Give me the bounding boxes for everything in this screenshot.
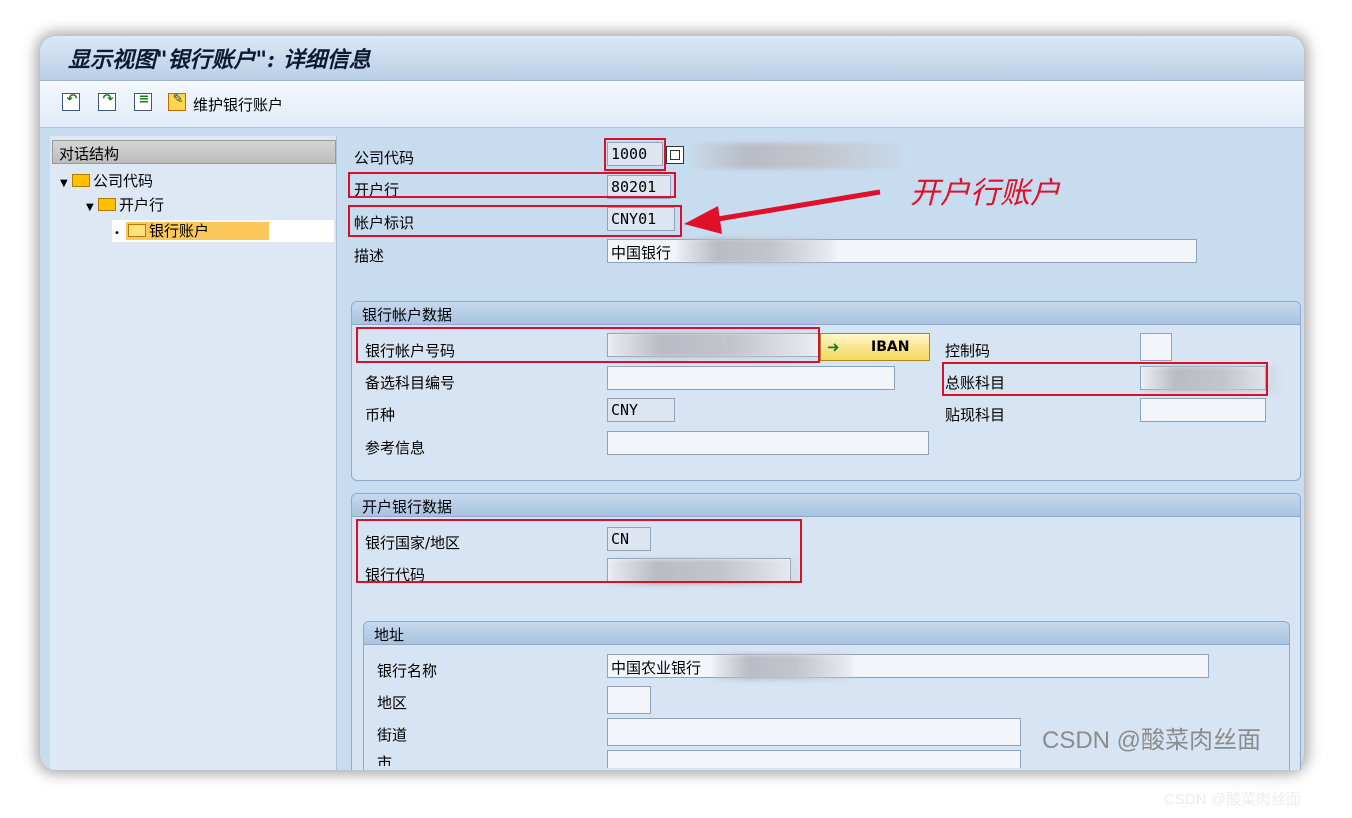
discount-account-label: 贴现科目 bbox=[945, 406, 1006, 424]
region-label: 地区 bbox=[377, 694, 408, 712]
watermark-faint: CSDN @酸菜肉丝面 bbox=[1164, 791, 1301, 808]
bank-name-field[interactable]: 中国农业银行 bbox=[607, 654, 1209, 678]
bank-name-label: 银行名称 bbox=[377, 662, 438, 680]
company-code-label: 公司代码 bbox=[354, 149, 415, 167]
window-title: 显示视图"银行账户": 详细信息 bbox=[68, 47, 371, 73]
tree-item-bank-account[interactable]: • 银行账户 bbox=[114, 220, 270, 242]
title-bar: 显示视图"银行账户": 详细信息 bbox=[40, 36, 1304, 81]
expand-arrow-icon[interactable]: ▼ bbox=[86, 202, 98, 213]
group-title: 银行帐户数据 bbox=[362, 306, 453, 324]
alt-account-field[interactable] bbox=[607, 366, 895, 390]
city-label: 市 bbox=[377, 754, 393, 766]
maintain-icon[interactable]: ✎ bbox=[168, 92, 186, 111]
region-field[interactable] bbox=[607, 686, 651, 714]
redacted-description bbox=[678, 238, 834, 264]
arrow-right-icon: ➜ bbox=[827, 338, 840, 356]
alt-account-label: 备选科目编号 bbox=[365, 374, 456, 392]
house-bank-data-header: 开户银行数据 bbox=[352, 494, 1300, 517]
bank-account-data-header: 银行帐户数据 bbox=[352, 302, 1300, 325]
tree-item-company-code[interactable]: ▼ 公司代码 bbox=[60, 170, 153, 192]
tree-item-label: 开户行 bbox=[119, 196, 165, 214]
city-field[interactable] bbox=[607, 750, 1021, 768]
toolbar: ↶ ↷ ≡ ✎ 维护银行账户 bbox=[40, 81, 1304, 128]
dialog-structure-panel: 对话结构 ▼ 公司代码 ▼ 开户行 • 银行账户 bbox=[50, 136, 337, 770]
reference-label: 参考信息 bbox=[365, 439, 426, 457]
street-field[interactable] bbox=[607, 718, 1021, 746]
currency-label: 币种 bbox=[365, 406, 396, 424]
highlight-gl-account bbox=[942, 362, 1268, 396]
redacted-company-name bbox=[692, 143, 902, 169]
dialog-structure-title: 对话结构 bbox=[59, 145, 120, 163]
expand-arrow-icon[interactable]: ▼ bbox=[60, 178, 72, 189]
highlight-house-bank bbox=[348, 172, 676, 198]
discount-account-field[interactable] bbox=[1140, 398, 1266, 422]
watermark: CSDN @酸菜肉丝面 bbox=[1042, 727, 1262, 754]
folder-icon bbox=[72, 174, 90, 187]
address-header: 地址 bbox=[364, 622, 1289, 645]
folder-icon bbox=[98, 198, 116, 211]
group-title: 开户银行数据 bbox=[362, 498, 453, 516]
dialog-structure-header: 对话结构 bbox=[52, 140, 336, 164]
iban-button[interactable]: ➜ IBAN bbox=[820, 333, 930, 361]
description-label: 描述 bbox=[354, 247, 385, 265]
highlight-account-number bbox=[356, 327, 820, 363]
highlight-account-id bbox=[348, 205, 682, 237]
iban-button-label: IBAN bbox=[871, 339, 910, 355]
annotation-arrow-icon bbox=[684, 189, 881, 234]
open-folder-icon bbox=[128, 224, 146, 237]
group-title: 地址 bbox=[374, 626, 405, 644]
copy-icon[interactable] bbox=[666, 146, 684, 164]
control-key-field[interactable] bbox=[1140, 333, 1172, 361]
street-label: 街道 bbox=[377, 726, 408, 744]
bullet-icon: • bbox=[114, 228, 120, 239]
back-icon[interactable]: ↶ bbox=[62, 92, 80, 111]
highlight-bank-country-key bbox=[356, 519, 802, 583]
annotation-text: 开户行账户 bbox=[910, 176, 1060, 211]
tree-item-house-bank[interactable]: ▼ 开户行 bbox=[86, 194, 164, 216]
forward-icon[interactable]: ↷ bbox=[98, 92, 116, 111]
highlight-company-code bbox=[604, 138, 666, 171]
currency-field[interactable]: CNY bbox=[607, 398, 675, 422]
redacted-bank-name bbox=[714, 654, 852, 680]
tree-item-label: 银行账户 bbox=[149, 222, 210, 240]
control-key-label: 控制码 bbox=[945, 342, 991, 360]
tree-item-label: 公司代码 bbox=[93, 172, 154, 190]
maintain-bank-account-button[interactable]: 维护银行账户 bbox=[193, 94, 283, 115]
overview-icon[interactable]: ≡ bbox=[134, 92, 152, 111]
reference-field[interactable] bbox=[607, 431, 929, 455]
